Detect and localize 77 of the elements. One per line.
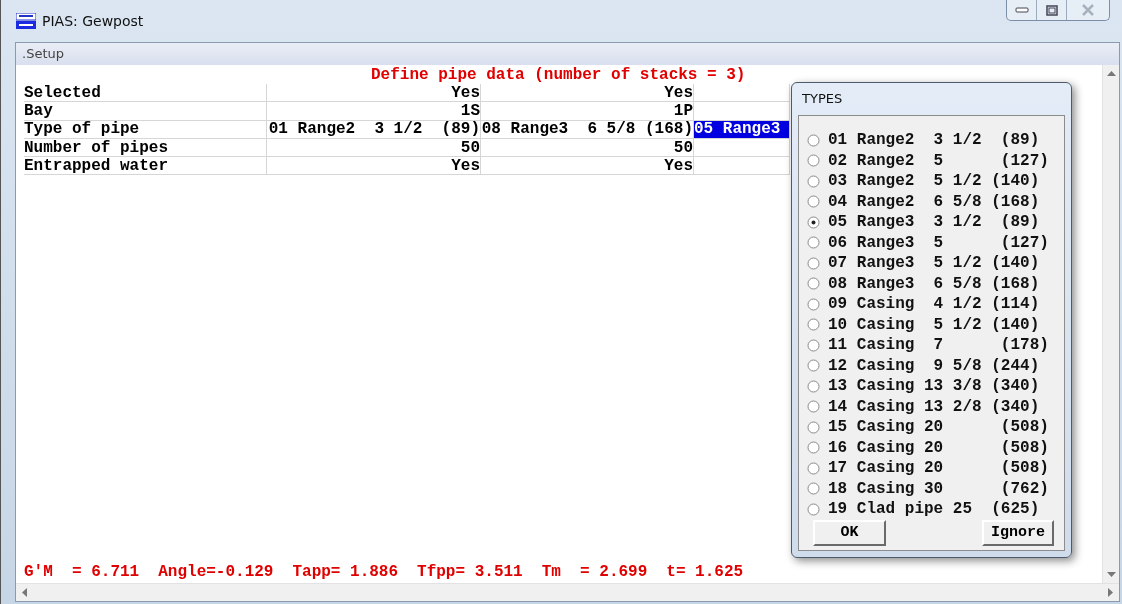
table-cell[interactable]: Yes [481,84,694,103]
table-cell[interactable]: 50 [481,138,694,158]
row-label: Number of pipes [24,138,267,158]
radio-option[interactable]: 03 Range2 5 1/2 (140) [807,171,1040,192]
table-cell[interactable] [694,102,790,121]
table-cell[interactable]: Yes [481,157,694,176]
radio-option[interactable]: 11 Casing 7 (178) [807,335,1049,356]
scroll-right-icon[interactable] [1108,588,1113,597]
close-icon [1081,4,1095,16]
radio-option[interactable]: 15 Casing 20 (508) [807,417,1049,438]
table-cell[interactable]: Yes [267,157,481,176]
table-cell[interactable] [694,84,790,103]
radio-option[interactable]: 12 Casing 9 5/8 (244) [807,355,1040,376]
radio-button[interactable] [807,174,820,188]
radio-option[interactable]: 05 Range3 3 1/2 (89) [807,212,1040,233]
radio-option[interactable]: 14 Casing 13 2/8 (340) [807,396,1040,417]
row-label: Bay [24,102,267,121]
scroll-down-icon[interactable] [1106,572,1116,577]
radio-option[interactable]: 01 Range2 3 1/2 (89) [807,130,1040,151]
radio-button[interactable] [807,154,820,168]
row-label: Entrapped water [24,157,267,176]
radio-option[interactable]: 06 Range3 5 (127) [807,232,1049,253]
window-title: PIAS: Gewpost [42,11,144,31]
radio-option[interactable]: 13 Casing 13 3/8 (340) [807,376,1040,397]
radio-option[interactable]: 02 Range2 5 (127) [807,150,1049,171]
radio-button[interactable] [807,297,820,311]
table-cell[interactable]: Yes [267,84,481,103]
radio-button[interactable] [807,277,820,291]
ignore-button[interactable]: Ignore [982,520,1054,546]
row-label: Type of pipe [24,120,267,139]
radio-button[interactable] [807,236,820,250]
radio-option[interactable]: 08 Range3 6 5/8 (168) [807,273,1040,294]
row-label: Selected [24,84,267,103]
radio-option[interactable]: 09 Casing 4 1/2 (114) [807,294,1040,315]
table-cell[interactable] [694,157,790,176]
table-cell[interactable]: 1P [481,102,694,121]
radio-option[interactable]: 10 Casing 5 1/2 (140) [807,314,1040,335]
radio-button[interactable] [807,133,820,147]
table-cell[interactable] [694,138,790,158]
status-value: t= 1.625 [666,563,744,581]
radio-button[interactable] [807,482,820,496]
maximize-icon [1045,4,1058,16]
radio-button[interactable] [807,215,820,229]
radio-option[interactable]: 04 Range2 6 5/8 (168) [807,191,1040,212]
radio-button[interactable] [807,441,820,455]
radio-button[interactable] [807,318,820,332]
radio-option[interactable]: 16 Casing 20 (508) [807,437,1049,458]
radio-button[interactable] [807,338,820,352]
status-value: Tapp= 1.886 [292,563,399,581]
radio-button[interactable] [807,461,820,475]
radio-button[interactable] [807,400,820,414]
radio-button[interactable] [807,195,820,209]
radio-option[interactable]: 17 Casing 20 (508) [807,458,1049,479]
app-icon [16,13,36,29]
status-value: Tfpp= 3.511 [417,563,523,581]
menu-item[interactable]: .Setup [20,44,66,64]
radio-option[interactable]: 07 Range3 5 1/2 (140) [807,253,1040,274]
scroll-left-icon[interactable] [22,588,27,597]
status-value: Angle=-0.129 [158,563,274,581]
status-value: G'M = 6.711 [24,563,140,581]
table-cell[interactable]: 50 [267,138,481,158]
radio-button[interactable] [807,379,820,393]
radio-button[interactable] [807,502,820,516]
radio-option[interactable]: 19 Clad pipe 25 (625) [807,499,1040,520]
radio-button[interactable] [807,256,820,270]
table-cell[interactable]: 1S [267,102,481,121]
table-cell[interactable]: 01 Range2 3 1/2 (89) [267,120,481,139]
ok-button[interactable]: OK [813,520,886,546]
status-value: Tm = 2.699 [541,563,648,581]
radio-button[interactable] [807,359,820,373]
minimize-icon [1014,6,1029,14]
scroll-up-icon[interactable] [1106,71,1116,76]
table-cell[interactable]: 08 Range3 6 5/8 (168) [481,120,694,139]
radio-button[interactable] [807,420,820,434]
dialog-title: TYPES [801,90,844,109]
table-title: Define pipe data (number of stacks = 3) [370,66,747,84]
radio-option[interactable]: 18 Casing 30 (762) [807,478,1049,499]
